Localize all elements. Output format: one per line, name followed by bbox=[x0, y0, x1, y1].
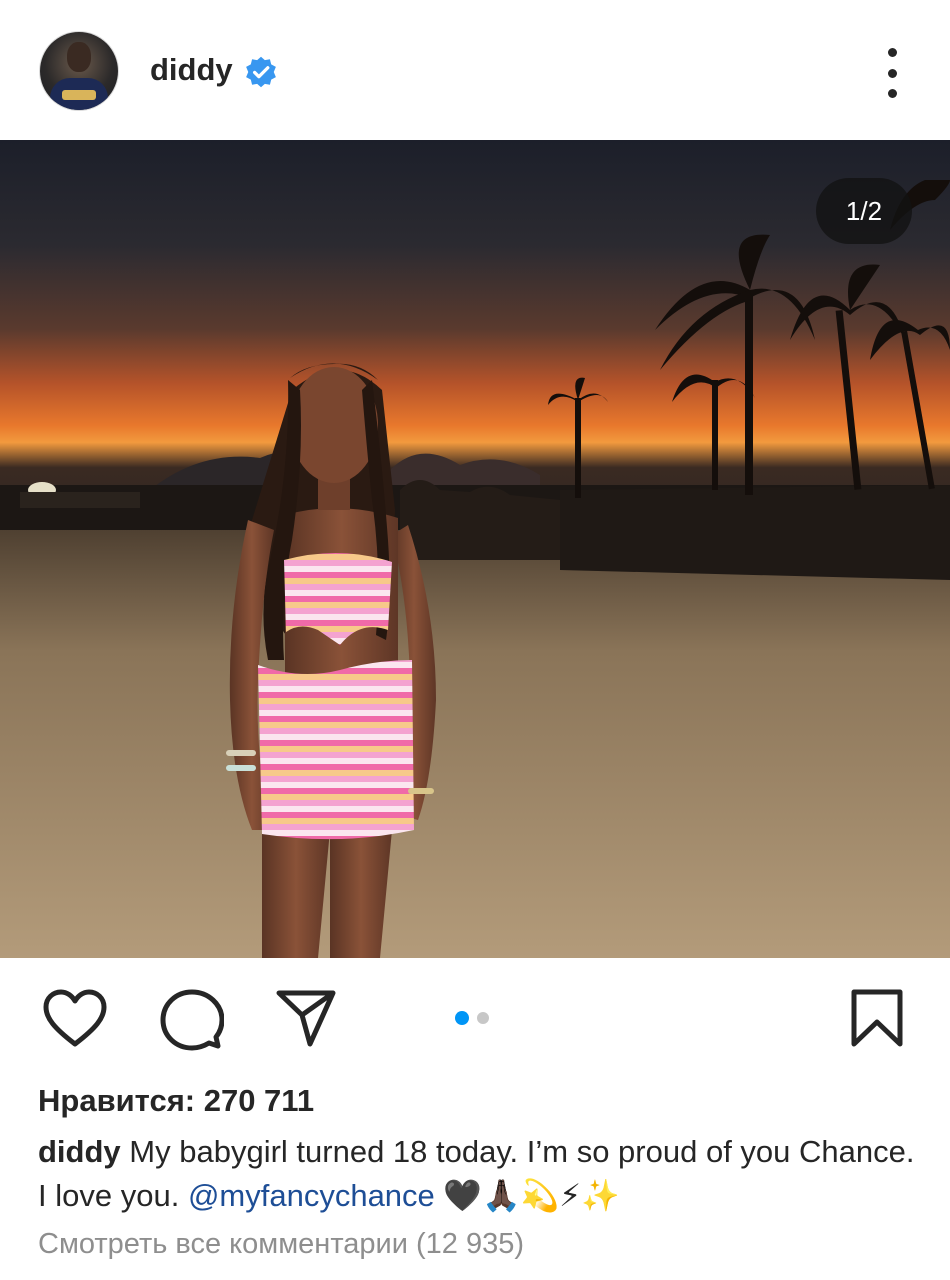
caption-username[interactable]: diddy bbox=[38, 1134, 121, 1169]
verified-badge-icon bbox=[246, 56, 276, 88]
more-dot bbox=[887, 48, 897, 57]
more-dot bbox=[887, 68, 897, 78]
avatar-shirt-logo bbox=[62, 90, 96, 100]
username[interactable]: diddy bbox=[150, 52, 233, 88]
caption-emojis: 🖤🙏🏿💫⚡✨ bbox=[443, 1178, 620, 1213]
view-all-comments-link[interactable]: Смотреть все комментарии (12 935) bbox=[38, 1228, 524, 1261]
avatar[interactable] bbox=[40, 32, 118, 110]
heart-icon[interactable] bbox=[42, 988, 108, 1050]
post-photo[interactable] bbox=[0, 140, 950, 958]
carousel-dot bbox=[477, 1012, 489, 1024]
carousel-dots bbox=[455, 1011, 489, 1025]
post-caption: diddy My babygirl turned 18 today. I’m s… bbox=[38, 1130, 918, 1218]
paper-plane-icon[interactable] bbox=[275, 988, 337, 1048]
avatar-head bbox=[67, 42, 91, 72]
bookmark-icon[interactable] bbox=[850, 988, 904, 1048]
carousel-dot-active bbox=[455, 1011, 469, 1025]
comment-icon[interactable] bbox=[160, 988, 224, 1052]
likes-count[interactable]: Нравится: 270 711 bbox=[38, 1083, 314, 1119]
more-dot bbox=[887, 89, 897, 98]
caption-mention[interactable]: @myfancychance bbox=[188, 1178, 435, 1213]
more-vertical-icon[interactable] bbox=[872, 48, 912, 98]
post-header: diddy bbox=[0, 0, 950, 140]
slide-counter: 1/2 bbox=[816, 178, 912, 244]
photo-illustration bbox=[0, 140, 950, 958]
